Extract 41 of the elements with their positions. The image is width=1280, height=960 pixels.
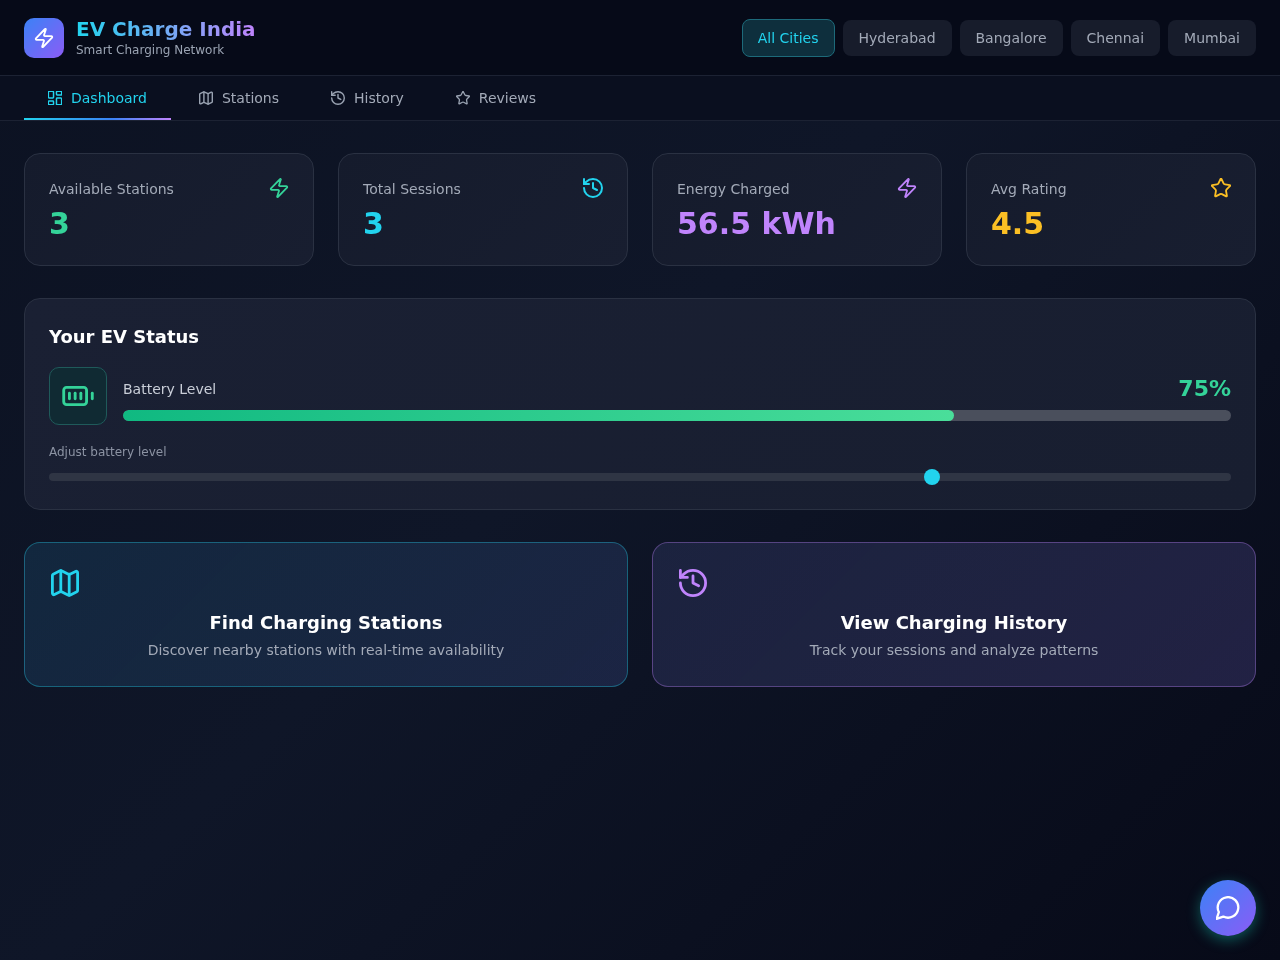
battery-icon [49,367,107,425]
action-title: Find Charging Stations [209,611,443,635]
lightning-icon [897,178,917,198]
action-title: View Charging History [840,611,1068,635]
stat-value: 3 [363,206,384,242]
speech-bubble-icon [1216,896,1240,920]
nav-tab[interactable]: History [307,76,428,120]
slider-thumb[interactable] [923,469,940,485]
map-icon [198,91,213,105]
stat-label: Avg Rating [991,180,1067,199]
logo-icon [24,17,64,58]
city-filter-button[interactable]: Bangalore [959,19,1063,56]
action-description: Track your sessions and analyze patterns [809,641,1099,659]
stat-label: Total Sessions [363,180,461,199]
city-filter-button[interactable]: Mumbai [1168,19,1256,56]
battery-label: Battery Level [123,380,217,397]
nav-tab[interactable]: Reviews [431,76,561,120]
stat-value: 3 [49,206,70,242]
slider-label: Adjust battery level [49,445,167,459]
nav-tab[interactable]: Stations [174,76,304,120]
dashboard-icon [48,91,62,105]
stat-value: 56.5 kWh [677,206,836,242]
action-description: Discover nearby stations with real-time availability [147,641,505,659]
stat-value: 4.5 [991,206,1045,242]
lightning-icon [269,178,289,198]
nav-tab[interactable]: Dashboard [24,76,171,120]
stat-label: Available Stations [49,180,174,199]
history-icon [583,178,603,198]
action-card[interactable]: View Charging History Track your sessions and analyze patterns [652,542,1256,687]
city-filter-button[interactable]: Hyderabad [842,19,952,56]
action-card[interactable]: Find Charging Stations Discover nearby stations with real-time availability [24,542,628,687]
star-icon [455,91,470,105]
stat-label: Energy Charged [677,180,790,199]
panel-title: Your EV Status [49,325,200,349]
app-subtitle: Smart Charging Network [76,43,226,58]
star-icon [1211,178,1231,198]
city-filter-button[interactable]: Chennai [1070,19,1161,56]
battery-percentage: 75% [1178,375,1231,402]
chat-button[interactable] [1200,880,1256,936]
city-filter-button[interactable]: All Cities [741,18,835,57]
history-icon [331,91,346,105]
